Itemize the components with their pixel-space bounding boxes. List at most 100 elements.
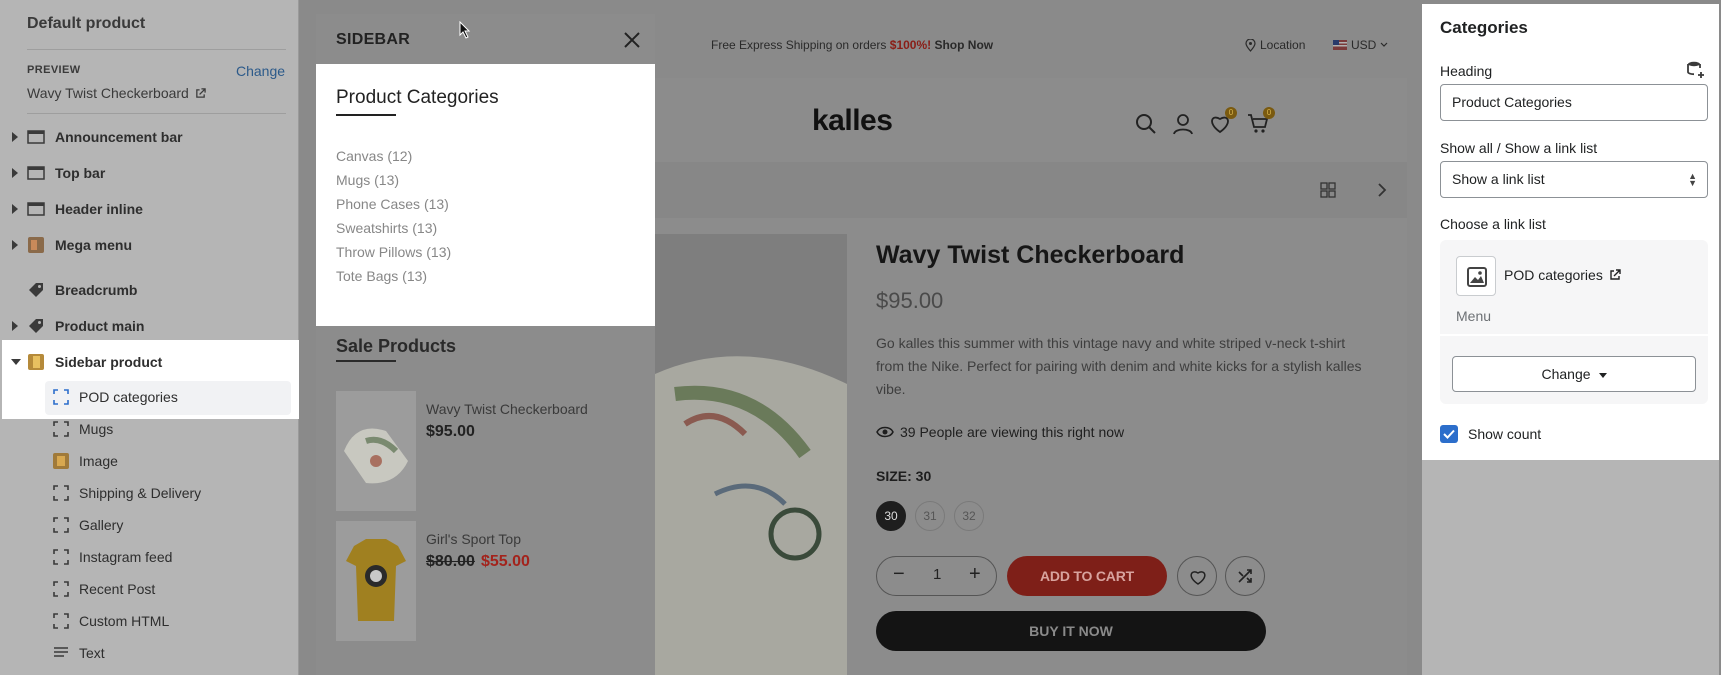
expand-caret-icon[interactable] (12, 321, 18, 331)
search-icon[interactable] (1135, 113, 1157, 135)
quantity-value[interactable]: 1 (933, 566, 941, 583)
expand-caret-icon[interactable] (12, 204, 18, 214)
heading-underline (336, 114, 396, 116)
show-mode-value: Show a link list (1452, 171, 1545, 187)
show-mode-select[interactable]: Show a link list ▲ ▼ (1440, 161, 1708, 198)
show-count-label[interactable]: Show count (1468, 426, 1541, 442)
link-list-link[interactable]: POD categories (1504, 267, 1621, 283)
currency-selector[interactable]: USD (1333, 38, 1388, 52)
category-link[interactable]: Canvas (12) (336, 144, 451, 168)
sidebar-product-thumb-icon (28, 354, 44, 370)
grid-icon[interactable] (1320, 182, 1336, 198)
expand-caret-icon[interactable] (12, 168, 18, 178)
category-list: Canvas (12) Mugs (13) Phone Cases (13) S… (336, 144, 451, 288)
product-categories-widget: Product Categories Canvas (12) Mugs (13)… (316, 64, 655, 326)
section-header-inline[interactable]: Header inline (0, 192, 299, 226)
size-swatch[interactable]: 31 (915, 501, 945, 531)
mega-menu-thumb-icon (28, 237, 44, 253)
block-custom-html[interactable]: Custom HTML (0, 604, 299, 638)
drawer-title: SIDEBAR (336, 31, 411, 48)
change-link-list-button[interactable]: Change (1452, 356, 1696, 392)
cart-button[interactable]: 0 (1247, 107, 1275, 135)
currency-label: USD (1351, 38, 1377, 52)
close-icon[interactable] (622, 30, 642, 50)
category-link[interactable]: Phone Cases (13) (336, 192, 451, 216)
category-link[interactable]: Tote Bags (13) (336, 264, 451, 288)
store-preview: Free Express Shipping on orders $100%! S… (655, 14, 1407, 675)
section-announcement-bar[interactable]: Announcement bar (0, 120, 299, 154)
link-list-type: Menu (1456, 308, 1492, 324)
section-label: Sidebar product (55, 354, 163, 370)
block-label: Text (79, 645, 105, 661)
heading-underline (336, 360, 396, 362)
block-instagram-feed[interactable]: Instagram feed (0, 540, 299, 574)
sale-price: $55.00 (480, 553, 530, 570)
product-title: Wavy Twist Checkerboard (876, 241, 1185, 269)
section-product-main[interactable]: Product main (0, 309, 299, 343)
size-label: SIZE: 30 (876, 468, 932, 484)
product-thumbnail[interactable] (336, 391, 416, 511)
block-image[interactable]: Image (0, 444, 299, 478)
template-title: Default product (27, 15, 146, 32)
block-label: Gallery (79, 517, 124, 533)
section-label: Mega menu (55, 237, 133, 253)
viewing-count: 39 People are viewing this right now (876, 424, 1124, 440)
size-swatch[interactable]: 32 (954, 501, 984, 531)
sale-product-name[interactable]: Girl's Sport Top (426, 531, 521, 547)
image-placeholder-icon (1467, 267, 1487, 287)
store-logo[interactable]: kalles (812, 104, 893, 138)
preview-product[interactable]: Wavy Twist Checkerboard (27, 85, 206, 101)
heart-icon (1190, 571, 1206, 585)
promo-text: Free Express Shipping on orders $100%! S… (711, 38, 993, 52)
dynamic-source-icon[interactable] (1686, 60, 1706, 80)
shop-now-link[interactable]: Shop Now (931, 38, 993, 52)
buy-now-button[interactable]: BUY IT NOW (876, 611, 1266, 651)
size-swatch[interactable]: 30 (876, 501, 906, 531)
add-to-cart-button[interactable]: ADD TO CART (1007, 556, 1167, 596)
increase-qty-button[interactable]: + (969, 563, 981, 586)
category-link[interactable]: Mugs (13) (336, 168, 451, 192)
block-settings-panel: Categories Heading Product Categories Sh… (1422, 4, 1719, 460)
block-label: Mugs (79, 421, 114, 437)
divider (1440, 334, 1708, 336)
compare-button[interactable] (1225, 556, 1265, 596)
sale-product-name[interactable]: Wavy Twist Checkerboard (426, 401, 588, 417)
decrease-qty-button[interactable]: − (893, 563, 905, 586)
sale-product-item[interactable]: Wavy Twist Checkerboard $95.00 (336, 391, 636, 511)
chevron-right-icon[interactable] (1377, 182, 1387, 198)
block-frame-icon (53, 421, 69, 437)
section-layout-icon (27, 130, 45, 144)
account-icon[interactable] (1172, 113, 1194, 135)
section-top-bar[interactable]: Top bar (0, 156, 299, 190)
change-preview-link[interactable]: Change (236, 63, 285, 79)
expand-caret-icon[interactable] (12, 132, 18, 142)
heading-input[interactable]: Product Categories (1440, 84, 1708, 121)
caret-down-icon (1598, 372, 1607, 378)
section-sidebar-product[interactable]: Sidebar product (0, 345, 299, 379)
block-text[interactable]: Text (0, 636, 299, 670)
block-recent-post[interactable]: Recent Post (0, 572, 299, 606)
show-count-checkbox[interactable] (1440, 425, 1458, 443)
section-mega-menu[interactable]: Mega menu (0, 228, 299, 262)
location-selector[interactable]: Location (1245, 38, 1305, 52)
block-label: Shipping & Delivery (79, 485, 202, 501)
store-header: kalles 0 0 (655, 78, 1407, 162)
block-shipping-delivery[interactable]: Shipping & Delivery (0, 476, 299, 510)
image-thumb-icon (53, 453, 69, 469)
show-mode-label: Show all / Show a link list (1440, 140, 1598, 156)
sale-product-item[interactable]: Girl's Sport Top $80.00 $55.00 (336, 521, 636, 641)
wishlist-toggle-button[interactable] (1177, 556, 1217, 596)
block-pod-categories[interactable]: POD categories (0, 380, 299, 414)
section-breadcrumb[interactable]: Breadcrumb (0, 273, 299, 307)
wishlist-button[interactable]: 0 (1209, 107, 1237, 135)
block-gallery[interactable]: Gallery (0, 508, 299, 542)
expand-caret-icon[interactable] (12, 240, 18, 250)
external-link-icon (1610, 269, 1621, 280)
divider (27, 49, 286, 50)
collapse-caret-icon[interactable] (11, 359, 21, 365)
category-link[interactable]: Throw Pillows (13) (336, 240, 451, 264)
block-mugs[interactable]: Mugs (0, 412, 299, 446)
product-main-image[interactable] (655, 234, 847, 675)
category-link[interactable]: Sweatshirts (13) (336, 216, 451, 240)
product-thumbnail[interactable] (336, 521, 416, 641)
